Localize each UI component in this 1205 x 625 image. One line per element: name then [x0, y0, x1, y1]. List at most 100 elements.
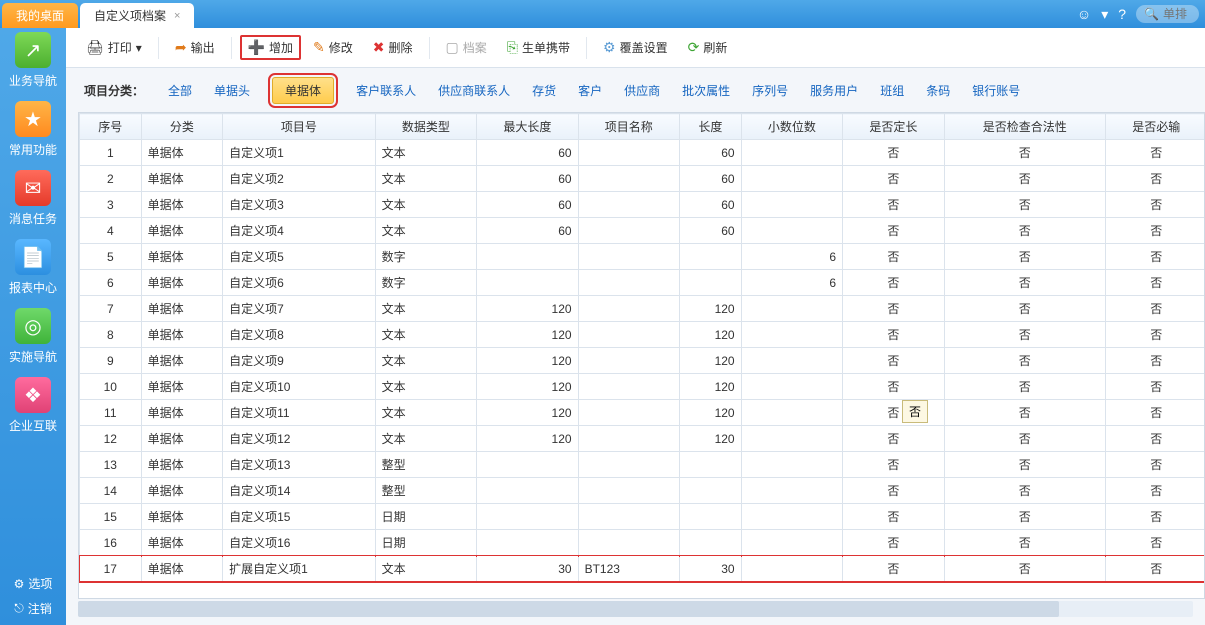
cell[interactable]	[680, 244, 742, 270]
filter-10[interactable]: 服务用户	[810, 82, 858, 99]
cell[interactable]: 17	[80, 556, 142, 582]
cell[interactable]	[680, 452, 742, 478]
search-input[interactable]	[1163, 7, 1191, 21]
cell[interactable]: 60	[477, 140, 578, 166]
cell[interactable]: 否	[1105, 478, 1205, 504]
cell[interactable]: 否	[1105, 530, 1205, 556]
cell[interactable]	[680, 270, 742, 296]
filter-0[interactable]: 全部	[168, 82, 192, 99]
cell[interactable]: 1	[80, 140, 142, 166]
cell[interactable]: 否	[843, 400, 944, 426]
cell[interactable]: 否	[1105, 322, 1205, 348]
cell[interactable]: 6	[741, 244, 842, 270]
add-button[interactable]: ➕增加	[240, 35, 301, 60]
cell[interactable]: 单据体	[141, 374, 223, 400]
cell[interactable]: 否	[1105, 244, 1205, 270]
cell[interactable]: 12	[80, 426, 142, 452]
cell[interactable]: 120	[477, 426, 578, 452]
table-row[interactable]: 17单据体扩展自定义项1文本30BT12330否否否否	[80, 556, 1205, 582]
cell[interactable]: 否	[944, 452, 1105, 478]
close-icon[interactable]: ×	[174, 10, 180, 22]
cell[interactable]	[741, 556, 842, 582]
cell[interactable]: 120	[680, 348, 742, 374]
cell[interactable]: 自定义项1	[223, 140, 376, 166]
smile-icon[interactable]: ☺	[1077, 6, 1091, 22]
filter-4[interactable]: 供应商联系人	[438, 82, 510, 99]
cell[interactable]: 单据体	[141, 348, 223, 374]
filter-7[interactable]: 供应商	[624, 82, 660, 99]
sidebar-logout[interactable]: ⎋注销	[14, 600, 52, 617]
col-header[interactable]: 项目名称	[578, 114, 679, 140]
cell[interactable]	[741, 192, 842, 218]
cell[interactable]	[477, 270, 578, 296]
cell[interactable]: 120	[477, 322, 578, 348]
horizontal-scrollbar[interactable]	[78, 601, 1193, 617]
table-row[interactable]: 11单据体自定义项11文本120120否否否否	[80, 400, 1205, 426]
table-row[interactable]: 14单据体自定义项14整型否否否否	[80, 478, 1205, 504]
filter-6[interactable]: 客户	[578, 82, 602, 99]
cell[interactable]: 自定义项8	[223, 322, 376, 348]
cell[interactable]: 单据体	[141, 166, 223, 192]
cell[interactable]: 60	[680, 166, 742, 192]
filter-3[interactable]: 客户联系人	[356, 82, 416, 99]
cell[interactable]: 4	[80, 218, 142, 244]
filter-5[interactable]: 存货	[532, 82, 556, 99]
cell[interactable]: 60	[680, 218, 742, 244]
cell[interactable]: 11	[80, 400, 142, 426]
cell[interactable]	[578, 374, 679, 400]
cell[interactable]: 否	[1105, 348, 1205, 374]
cell[interactable]: 单据体	[141, 218, 223, 244]
print-button[interactable]: 🖨打印▾	[78, 35, 150, 60]
cell[interactable]: 120	[680, 400, 742, 426]
cell[interactable]: 6	[80, 270, 142, 296]
cell[interactable]: 否	[843, 426, 944, 452]
scroll-thumb[interactable]	[78, 601, 1059, 617]
col-header[interactable]: 是否必输	[1105, 114, 1205, 140]
filter-1[interactable]: 单据头	[214, 82, 250, 99]
cell[interactable]: 否	[944, 322, 1105, 348]
col-header[interactable]: 最大长度	[477, 114, 578, 140]
refresh-button[interactable]: ⟳刷新	[680, 35, 736, 60]
cell[interactable]: 否	[843, 296, 944, 322]
cell[interactable]: 文本	[375, 322, 476, 348]
cell[interactable]: 否	[843, 218, 944, 244]
cell[interactable]: 120	[680, 374, 742, 400]
sidebar-item-5[interactable]: ❖企业互联	[4, 377, 62, 434]
table-row[interactable]: 4单据体自定义项4文本6060否否否否	[80, 218, 1205, 244]
cell[interactable]: 自定义项4	[223, 218, 376, 244]
sidebar-item-2[interactable]: ✉消息任务	[4, 170, 62, 227]
cell[interactable]: 7	[80, 296, 142, 322]
cell[interactable]: 否	[1105, 452, 1205, 478]
cell[interactable]: 单据体	[141, 192, 223, 218]
cell[interactable]: 120	[680, 426, 742, 452]
chevron-down-icon[interactable]: ▾	[1101, 6, 1108, 23]
filter-11[interactable]: 班组	[880, 82, 904, 99]
delete-button[interactable]: ✖删除	[365, 35, 421, 60]
cell[interactable]	[741, 504, 842, 530]
cell[interactable]: 文本	[375, 400, 476, 426]
cell[interactable]: 单据体	[141, 322, 223, 348]
cell[interactable]: 否	[843, 530, 944, 556]
tab-home[interactable]: 我的桌面	[2, 3, 78, 28]
cell[interactable]	[477, 244, 578, 270]
cell[interactable]	[578, 504, 679, 530]
cell[interactable]: BT123	[578, 556, 679, 582]
cell[interactable]: 否	[1105, 296, 1205, 322]
help-icon[interactable]: ?	[1118, 6, 1126, 22]
cell[interactable]: 单据体	[141, 270, 223, 296]
sidebar-item-1[interactable]: ★常用功能	[4, 101, 62, 158]
tab-active[interactable]: 自定义项档案 ×	[80, 3, 194, 28]
cell[interactable]: 否	[944, 218, 1105, 244]
cell[interactable]	[477, 452, 578, 478]
cell[interactable]: 否	[843, 504, 944, 530]
cell[interactable]	[578, 270, 679, 296]
cell[interactable]	[741, 140, 842, 166]
cell[interactable]	[578, 400, 679, 426]
cell[interactable]: 30	[680, 556, 742, 582]
cell[interactable]: 文本	[375, 426, 476, 452]
table-row[interactable]: 13单据体自定义项13整型否否否否	[80, 452, 1205, 478]
cell[interactable]: 否	[843, 556, 944, 582]
cell[interactable]: 自定义项9	[223, 348, 376, 374]
cell[interactable]: 否	[1105, 400, 1205, 426]
cell[interactable]	[741, 348, 842, 374]
